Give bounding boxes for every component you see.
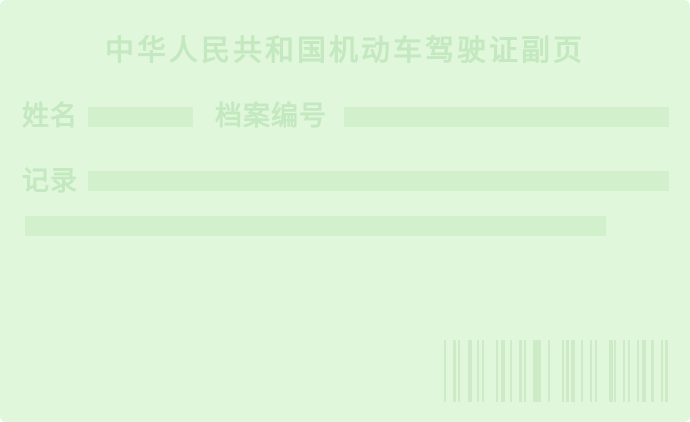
barcode-bar — [651, 340, 654, 402]
license-supplementary-page: 中华人民共和国机动车驾驶证副页 姓名 档案编号 记录 — [0, 0, 690, 422]
barcode-bar — [524, 340, 527, 402]
barcode-bar — [500, 340, 505, 402]
barcode-bar — [444, 340, 447, 402]
file-number-label: 档案编号 — [215, 101, 327, 132]
barcode-bar — [538, 340, 541, 402]
barcode-bar — [608, 340, 614, 402]
file-number-field — [344, 107, 669, 127]
barcode-bar — [594, 340, 597, 402]
barcode-bar — [660, 340, 663, 402]
barcode-bar — [589, 340, 593, 402]
barcode-bar — [481, 340, 484, 402]
barcode-bar — [509, 340, 513, 402]
record-field — [88, 171, 669, 191]
barcode-bar — [613, 340, 616, 402]
barcode-bar — [547, 340, 550, 402]
barcode-bar — [453, 340, 456, 402]
barcode — [444, 340, 670, 402]
record-label: 记录 — [22, 166, 78, 197]
barcode-bar — [476, 340, 480, 402]
barcode-bar — [637, 340, 640, 402]
barcode-bar — [580, 340, 583, 402]
barcode-bar — [458, 340, 461, 402]
name-field — [88, 107, 193, 127]
barcode-bar — [566, 340, 569, 402]
name-label: 姓名 — [22, 101, 78, 132]
record-continuation-field — [25, 216, 606, 236]
document-title: 中华人民共和国机动车驾驶证副页 — [104, 33, 585, 67]
barcode-bar — [571, 340, 576, 402]
barcode-bar — [495, 340, 499, 402]
barcode-bar — [533, 340, 538, 402]
barcode-bar — [627, 340, 630, 402]
barcode-bar — [561, 340, 565, 402]
barcode-bar — [467, 340, 472, 402]
barcode-bar — [622, 340, 626, 402]
barcode-bar — [519, 340, 522, 402]
barcode-bar — [641, 340, 646, 402]
barcode-bar — [665, 340, 668, 402]
